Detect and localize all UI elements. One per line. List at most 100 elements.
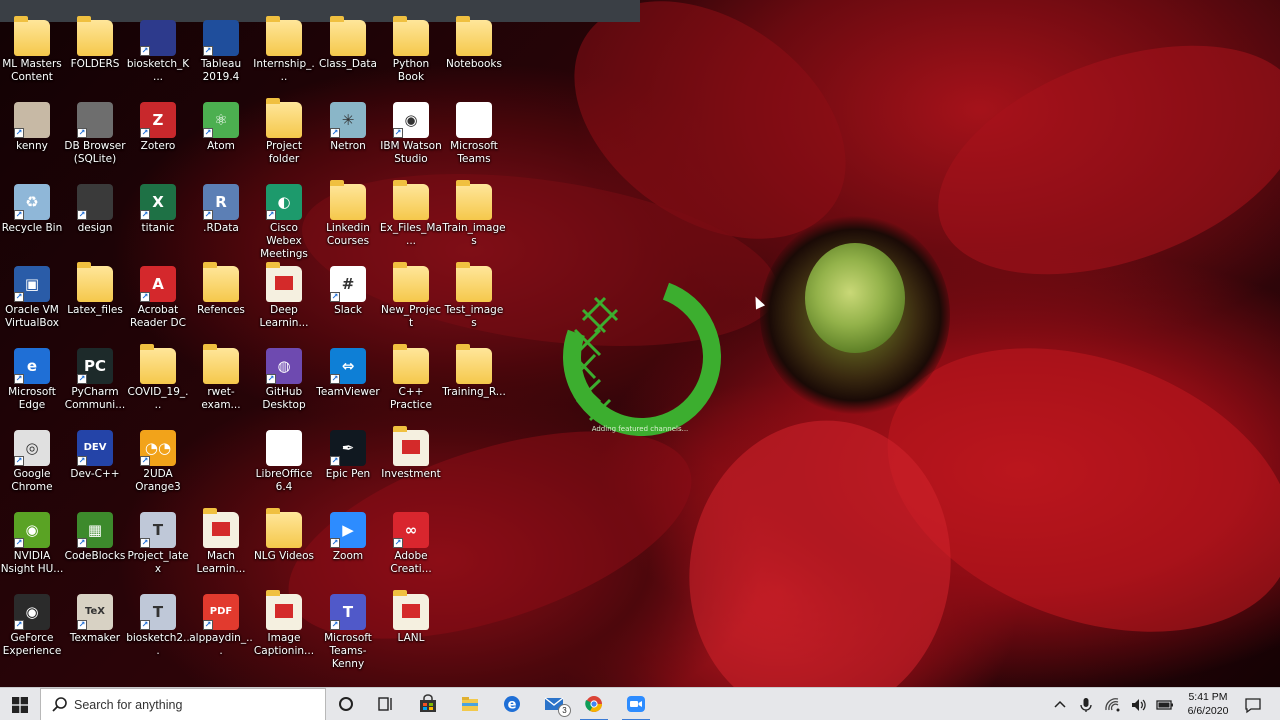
desktop-icon-kenny[interactable]: ↗ kenny xyxy=(0,100,64,176)
desktop-icon-microsoft-edge[interactable]: e ↗ Microsoft Edge xyxy=(0,346,64,422)
desktop-icon-ibm-watson-studio[interactable]: ◉ ↗ IBM Watson Studio xyxy=(379,100,443,176)
start-button[interactable] xyxy=(0,688,40,720)
desktop-icon-image-captionin[interactable]: Image Captionin... xyxy=(252,590,316,668)
desktop-icon-rwet-exam[interactable]: rwet-exam... xyxy=(189,344,253,422)
desktop-icon-db-browser-sqlite[interactable]: ↗ DB Browser (SQLite) xyxy=(63,100,127,176)
folder-icon xyxy=(203,262,239,302)
desktop-icon-2uda-orange3[interactable]: ◔◔ ↗ 2UDA Orange3 xyxy=(126,428,190,504)
task-view-button[interactable] xyxy=(366,688,406,720)
desktop-icon-titanic[interactable]: X ↗ titanic xyxy=(126,182,190,258)
mail-unread-badge: 3 xyxy=(558,704,571,717)
desktop-icon-google-chrome[interactable]: ◎ ↗ Google Chrome xyxy=(0,428,64,504)
desktop-icon-mach-learnin[interactable]: Mach Learnin... xyxy=(189,508,253,586)
desktop-icon-lanl[interactable]: LANL xyxy=(379,590,443,668)
desktop-icon-project-folder[interactable]: Project folder xyxy=(252,98,316,176)
desktop-icon-linkedin-courses[interactable]: Linkedin Courses xyxy=(316,180,380,258)
desktop-icon-microsoft-teams[interactable]: Microsoft Teams xyxy=(442,100,506,176)
desktop-icon-alppaydin[interactable]: PDF ↗ alppaydin_... xyxy=(189,592,253,668)
network-tray-button[interactable] xyxy=(1103,695,1123,715)
desktop-icon-biosketch2[interactable]: T ↗ biosketch2... xyxy=(126,592,190,668)
desktop-icon-libreoffice-6-4[interactable]: LibreOffice 6.4 xyxy=(252,428,316,504)
desktop-icon-design[interactable]: ↗ design xyxy=(63,182,127,258)
desktop-icon-dev-c[interactable]: DEV ↗ Dev-C++ xyxy=(63,428,127,504)
desktop-icon-adobe-creati[interactable]: ∞ ↗ Adobe Creati... xyxy=(379,510,443,586)
desktop-icon-epic-pen[interactable]: ✒ ↗ Epic Pen xyxy=(316,428,380,504)
svg-text:e: e xyxy=(508,698,517,713)
desktop-icon-label: Refences xyxy=(197,304,245,316)
battery-tray-button[interactable] xyxy=(1155,695,1175,715)
volume-tray-button[interactable] xyxy=(1129,695,1149,715)
desktop-icon-biosketch-k[interactable]: ↗ biosketch_K... xyxy=(126,18,190,94)
shortcut-arrow-icon: ↗ xyxy=(14,210,24,220)
desktop-icon-nvidia-nsight-hu[interactable]: ◉ ↗ NVIDIA Nsight HU... xyxy=(0,510,64,586)
desktop-icon-cisco-webex-meetings[interactable]: ◐ ↗ Cisco Webex Meetings xyxy=(252,182,316,260)
desktop-icon-zoom[interactable]: ▶ ↗ Zoom xyxy=(316,510,380,586)
desktop-icon-ex-files-ma[interactable]: Ex_Files_Ma... xyxy=(379,180,443,258)
cortana-button[interactable] xyxy=(326,688,366,720)
pdf-folder-icon xyxy=(393,426,429,466)
taskbar-store-button[interactable] xyxy=(408,688,448,720)
desktop-icon-latex-files[interactable]: Latex_files xyxy=(63,262,127,340)
desktop-icon-label: Tableau 2019.4 xyxy=(200,58,242,83)
desktop-icon-label: Oracle VM VirtualBox xyxy=(5,304,59,329)
desktop-icon-internship[interactable]: Internship_... xyxy=(252,16,316,94)
microphone-tray-button[interactable] xyxy=(1076,695,1096,715)
taskbar-zoom-button[interactable] xyxy=(616,688,656,720)
desktop-icon-label: LibreOffice 6.4 xyxy=(255,468,313,493)
show-hidden-icons-button[interactable] xyxy=(1050,695,1070,715)
desktop-icon-label: TeamViewer xyxy=(316,386,380,398)
desktop-icon-notebooks[interactable]: Notebooks xyxy=(442,16,506,94)
desktop-icon-class-data[interactable]: Class_Data xyxy=(316,16,380,94)
desktop-icon-c-practice[interactable]: C++ Practice xyxy=(379,344,443,422)
desktop-icon-oracle-vm-virtualbox[interactable]: ▣ ↗ Oracle VM VirtualBox xyxy=(0,264,64,340)
desktop-icon-covid-19[interactable]: COVID_19_... xyxy=(126,344,190,422)
shortcut-arrow-icon: ↗ xyxy=(14,128,24,138)
action-center-button[interactable] xyxy=(1243,695,1263,715)
taskbar-file-explorer-button[interactable] xyxy=(450,688,490,720)
desktop-icon-label: C++ Practice xyxy=(390,386,432,411)
desktop-icon-netron[interactable]: ✳ ↗ Netron xyxy=(316,100,380,176)
desktop-icon-github-desktop[interactable]: ◍ ↗ GitHub Desktop xyxy=(252,346,316,422)
desktop-icon-refences[interactable]: Refences xyxy=(189,262,253,340)
desktop-icon-label: Zotero xyxy=(140,140,176,152)
desktop-icon-recycle-bin[interactable]: ♻ ↗ Recycle Bin xyxy=(0,182,64,258)
shortcut-arrow-icon: ↗ xyxy=(203,210,213,220)
desktop-icon-nlg-videos[interactable]: NLG Videos xyxy=(252,508,316,586)
shortcut-arrow-icon: ↗ xyxy=(203,620,213,630)
shortcut-arrow-icon: ↗ xyxy=(14,538,24,548)
desktop-icon-train-images[interactable]: Train_images xyxy=(442,180,506,258)
taskbar-mail-button[interactable]: 3 xyxy=(534,688,574,720)
search-icon xyxy=(52,697,67,712)
desktop-icon-new-project[interactable]: New_Project xyxy=(379,262,443,340)
desktop-icon-test-images[interactable]: Test_images xyxy=(442,262,506,340)
clock-time: 5:41 PM xyxy=(1188,691,1228,703)
desktop-icon-project-latex[interactable]: T ↗ Project_latex xyxy=(126,510,190,586)
desktop-icon-slack[interactable]: # ↗ Slack xyxy=(316,264,380,340)
shortcut-arrow-icon: ↗ xyxy=(14,374,24,384)
desktop-icon-texmaker[interactable]: TeX ↗ Texmaker xyxy=(63,592,127,668)
desktop-icon-geforce-experience[interactable]: ◉ ↗ GeForce Experience xyxy=(0,592,64,668)
desktop-icon-python-book[interactable]: Python Book xyxy=(379,16,443,94)
shortcut-arrow-icon: ↗ xyxy=(77,456,87,466)
desktop-icon-investment[interactable]: Investment xyxy=(379,426,443,504)
desktop-icon-atom[interactable]: ⚛ ↗ Atom xyxy=(189,100,253,176)
desktop-icon-ml-masters-content[interactable]: ML Masters Content xyxy=(0,16,64,94)
desktop-icon-codeblocks[interactable]: ▦ ↗ CodeBlocks xyxy=(63,510,127,586)
desktop-icon-pycharm-communi[interactable]: PC ↗ PyCharm Communi... xyxy=(63,346,127,422)
desktop-icon-rdata[interactable]: R ↗ .RData xyxy=(189,182,253,258)
app-icon: ∞ ↗ xyxy=(393,512,429,548)
taskbar-clock[interactable]: 5:41 PM 6/6/2020 xyxy=(1180,690,1236,718)
desktop-icon-training-r[interactable]: Training_R... xyxy=(442,344,506,422)
taskbar-search-box[interactable]: Search for anything xyxy=(40,688,326,720)
app-icon: TeX ↗ xyxy=(77,594,113,630)
desktop-icon-tableau-2019-4[interactable]: ↗ Tableau 2019.4 xyxy=(189,18,253,94)
desktop-icon-deep-learnin[interactable]: Deep Learnin... xyxy=(252,262,316,340)
taskbar-edge-button[interactable]: e xyxy=(492,688,532,720)
desktop-icon-zotero[interactable]: Z ↗ Zotero xyxy=(126,100,190,176)
desktop-icon-folders[interactable]: FOLDERS xyxy=(63,16,127,94)
desktop-icon-microsoft-teams-kenny[interactable]: T ↗ Microsoft Teams-Kenny xyxy=(316,592,380,670)
desktop-icon-acrobat-reader-dc[interactable]: A ↗ Acrobat Reader DC xyxy=(126,264,190,340)
desktop-icon-teamviewer[interactable]: ⇔ ↗ TeamViewer xyxy=(316,346,380,422)
taskbar-chrome-button[interactable] xyxy=(574,688,614,720)
app-icon: ◍ ↗ xyxy=(266,348,302,384)
